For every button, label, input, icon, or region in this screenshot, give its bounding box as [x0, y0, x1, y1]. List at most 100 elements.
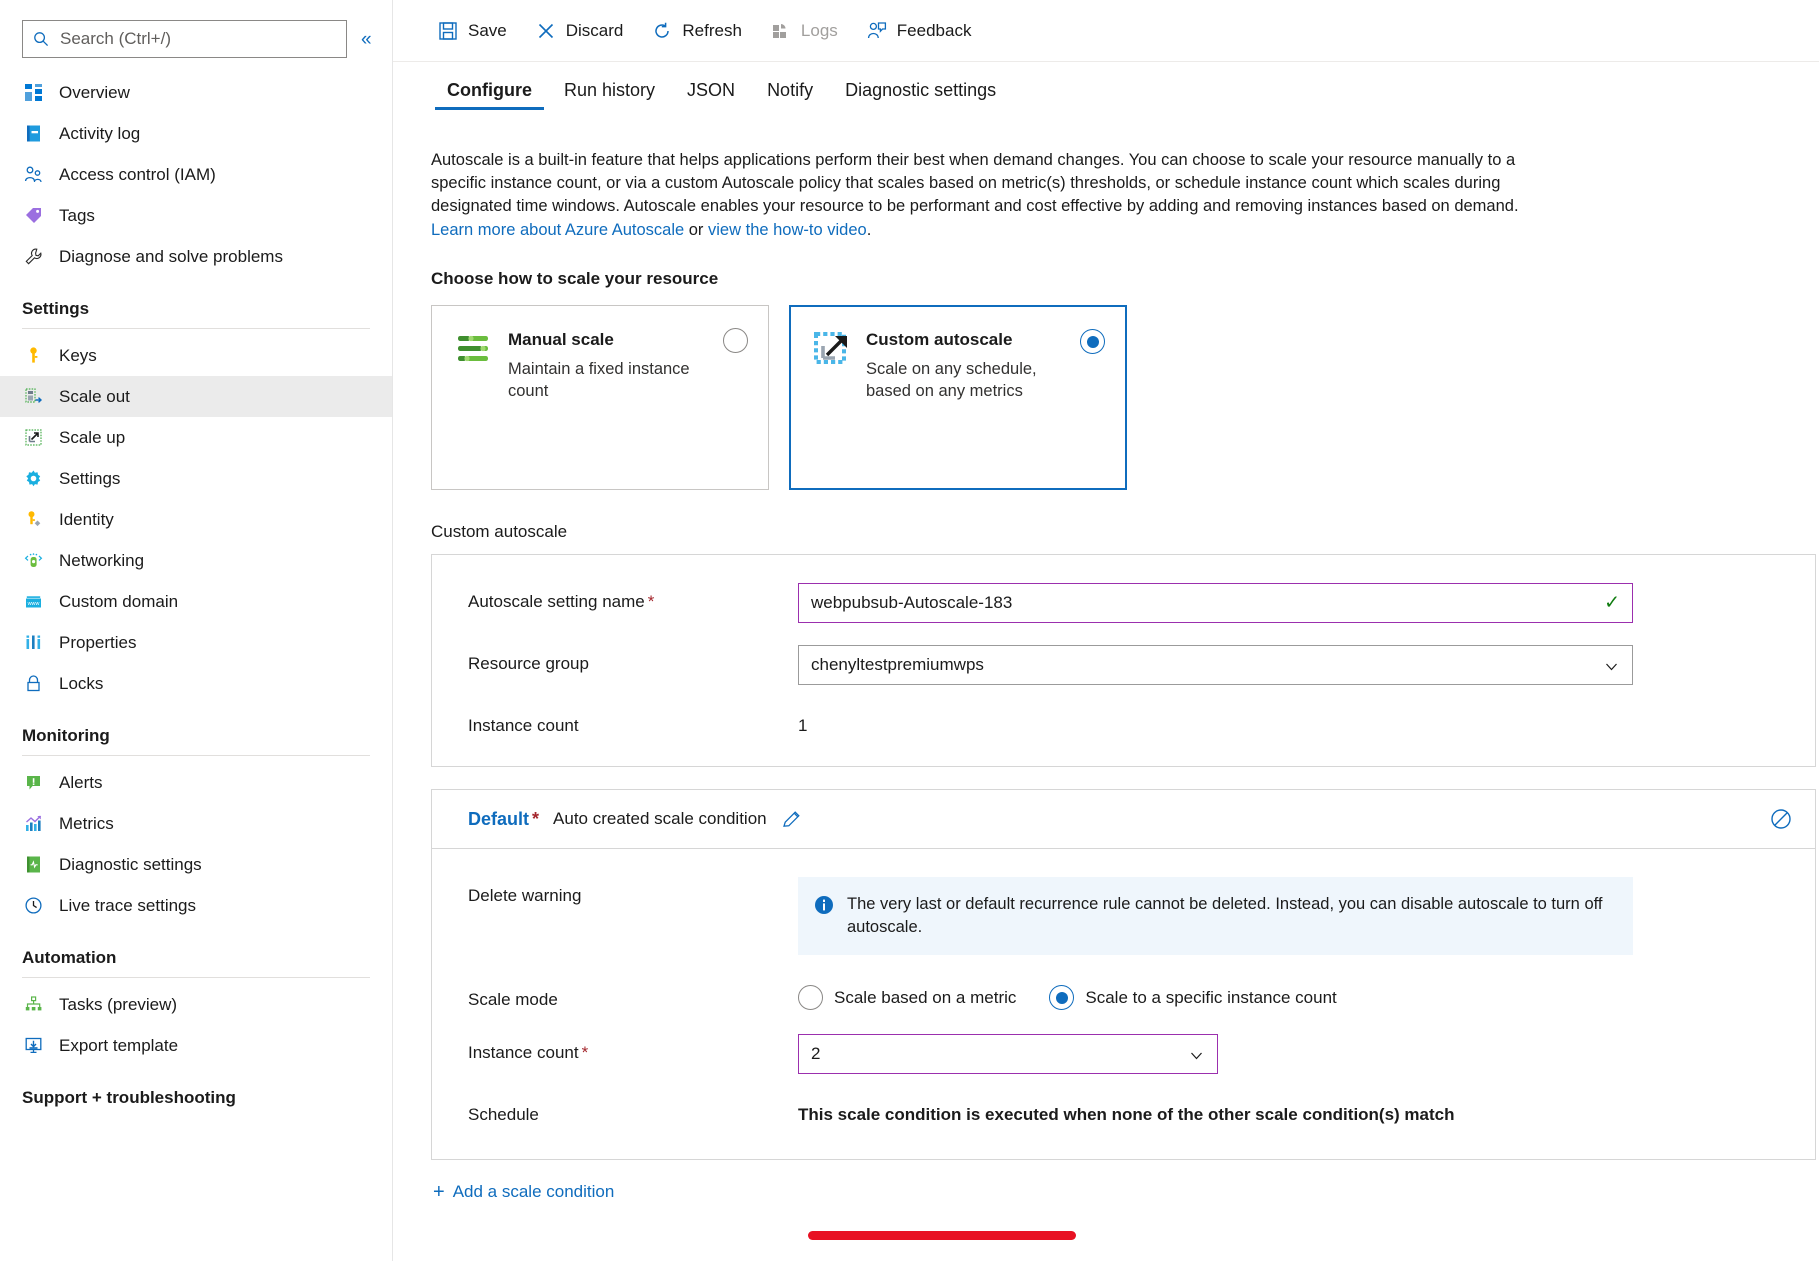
condition-instance-count-label-text: Instance count: [468, 1043, 579, 1062]
tab-notify[interactable]: Notify: [751, 81, 829, 110]
discard-button[interactable]: Discard: [521, 9, 638, 53]
learn-more-link[interactable]: Learn more about Azure Autoscale: [431, 221, 684, 239]
required-marker: *: [532, 809, 539, 829]
custom-autoscale-card[interactable]: Custom autoscale Scale on any schedule, …: [789, 305, 1127, 490]
custom-autoscale-section-label: Custom autoscale: [431, 522, 1779, 542]
instance-count-label: Instance count: [468, 707, 798, 736]
sidebar-group-title-monitoring: Monitoring: [22, 726, 370, 755]
sidebar-item-scale-up[interactable]: Scale up: [0, 417, 392, 458]
instance-count-value: 1: [798, 707, 1815, 736]
tasks-icon: [22, 994, 44, 1016]
scale-based-on-metric-label[interactable]: Scale based on a metric: [834, 988, 1016, 1008]
sidebar-item-activity-log[interactable]: Activity log: [0, 113, 392, 154]
activity-log-icon: [22, 123, 44, 145]
sidebar-item-label: Keys: [59, 346, 97, 366]
sidebar-item-access-control[interactable]: Access control (IAM): [0, 154, 392, 195]
sidebar-item-label: Identity: [59, 510, 114, 530]
autoscale-setting-name-input[interactable]: webpubsub-Autoscale-183 ✓: [798, 583, 1633, 623]
sidebar-item-locks[interactable]: Locks: [0, 663, 392, 704]
logs-label: Logs: [801, 21, 838, 41]
required-marker: *: [582, 1043, 589, 1062]
sidebar-item-settings[interactable]: Settings: [0, 458, 392, 499]
sidebar-item-tasks[interactable]: Tasks (preview): [0, 984, 392, 1025]
alerts-icon: [22, 772, 44, 794]
tab-configure[interactable]: Configure: [431, 81, 548, 110]
scale-up-icon: [22, 427, 44, 449]
networking-icon: [22, 550, 44, 572]
sidebar-item-identity[interactable]: Identity: [0, 499, 392, 540]
resource-menu-sidebar: « Overview Activity log Access control (: [0, 0, 393, 1261]
sidebar-item-diagnostic-settings[interactable]: Diagnostic settings: [0, 844, 392, 885]
scale-to-specific-count-radio[interactable]: [1049, 985, 1074, 1010]
scale-mode-control: Scale based on a metric Scale to a speci…: [798, 981, 1815, 1010]
save-label: Save: [468, 21, 507, 41]
autoscale-setting-name-row: Autoscale setting name* webpubsub-Autosc…: [432, 555, 1815, 623]
sidebar-item-tags[interactable]: Tags: [0, 195, 392, 236]
schedule-label: Schedule: [468, 1096, 798, 1125]
sidebar-item-metrics[interactable]: Metrics: [0, 803, 392, 844]
export-template-icon: [22, 1035, 44, 1057]
main-content: Save Discard Refresh Logs: [393, 0, 1819, 1261]
tab-run-history[interactable]: Run history: [548, 81, 671, 110]
collapse-menu-icon[interactable]: «: [361, 30, 372, 49]
logs-icon: [770, 20, 792, 42]
clock-icon: [22, 895, 44, 917]
sidebar-item-networking[interactable]: Networking: [0, 540, 392, 581]
intro-text-1: Autoscale is a built-in feature that hel…: [431, 151, 1519, 216]
search-input[interactable]: [58, 21, 336, 57]
schedule-control: This scale condition is executed when no…: [798, 1096, 1815, 1125]
refresh-icon: [651, 20, 673, 42]
delete-warning-label: Delete warning: [468, 877, 798, 906]
sidebar-item-diagnose[interactable]: Diagnose and solve problems: [0, 236, 392, 277]
custom-autoscale-title: Custom autoscale: [866, 330, 1056, 350]
azure-portal-page: « Overview Activity log Access control (: [0, 0, 1819, 1261]
manual-scale-title: Manual scale: [508, 330, 698, 350]
delete-warning-info-box: The very last or default recurrence rule…: [798, 877, 1633, 955]
instance-count-row: Instance count 1: [432, 685, 1815, 766]
sidebar-group-title-settings: Settings: [22, 299, 370, 328]
condition-instance-count-select[interactable]: 2: [798, 1034, 1218, 1074]
intro-text-2: or: [684, 221, 708, 239]
instance-count-control: 1: [798, 707, 1815, 736]
sidebar-item-overview[interactable]: Overview: [0, 72, 392, 113]
tab-json[interactable]: JSON: [671, 81, 751, 110]
tab-diagnostic-settings[interactable]: Diagnostic settings: [829, 81, 1012, 110]
sidebar-item-label: Diagnose and solve problems: [59, 247, 283, 267]
sidebar-item-live-trace-settings[interactable]: Live trace settings: [0, 885, 392, 926]
sidebar-item-label: Overview: [59, 83, 130, 103]
how-to-video-link[interactable]: view the how-to video: [708, 221, 867, 239]
resource-group-select[interactable]: chenyltestpremiumwps: [798, 645, 1633, 685]
feedback-button[interactable]: Feedback: [852, 9, 986, 53]
sidebar-item-alerts[interactable]: Alerts: [0, 762, 392, 803]
edit-pencil-icon[interactable]: [781, 809, 802, 830]
scale-mode-label: Scale mode: [468, 981, 798, 1010]
feedback-icon: [866, 20, 888, 42]
scale-based-on-metric-radio[interactable]: [798, 985, 823, 1010]
manual-scale-card[interactable]: Manual scale Maintain a fixed instance c…: [431, 305, 769, 490]
valid-check-icon: ✓: [1604, 594, 1620, 613]
search-input-wrapper[interactable]: [22, 20, 347, 58]
disable-condition-icon[interactable]: [1769, 807, 1793, 831]
save-button[interactable]: Save: [423, 9, 521, 53]
sidebar-item-export-template[interactable]: Export template: [0, 1025, 392, 1066]
scale-condition-subtitle: Auto created scale condition: [553, 809, 767, 829]
logs-button[interactable]: Logs: [756, 9, 852, 53]
sidebar-item-scale-out[interactable]: Scale out: [0, 376, 392, 417]
gear-icon: [22, 468, 44, 490]
access-control-icon: [22, 164, 44, 186]
search-icon: [33, 31, 49, 47]
scale-to-specific-count-label[interactable]: Scale to a specific instance count: [1085, 988, 1336, 1008]
custom-autoscale-desc: Scale on any schedule, based on any metr…: [866, 358, 1056, 403]
add-scale-condition-button[interactable]: + Add a scale condition: [433, 1182, 614, 1202]
sidebar-item-label: Tasks (preview): [59, 995, 177, 1015]
schedule-text: This scale condition is executed when no…: [798, 1096, 1815, 1125]
refresh-button[interactable]: Refresh: [637, 9, 756, 53]
tab-bar: Configure Run history JSON Notify Diagno…: [393, 62, 1819, 110]
sidebar-item-keys[interactable]: Keys: [0, 335, 392, 376]
scale-mode-row: Scale mode Scale based on a metric Scale…: [432, 955, 1815, 1010]
save-icon: [437, 20, 459, 42]
sidebar-item-properties[interactable]: Properties: [0, 622, 392, 663]
metrics-icon: [22, 813, 44, 835]
sidebar-item-custom-domain[interactable]: www Custom domain: [0, 581, 392, 622]
custom-autoscale-panel: Autoscale setting name* webpubsub-Autosc…: [431, 554, 1816, 767]
